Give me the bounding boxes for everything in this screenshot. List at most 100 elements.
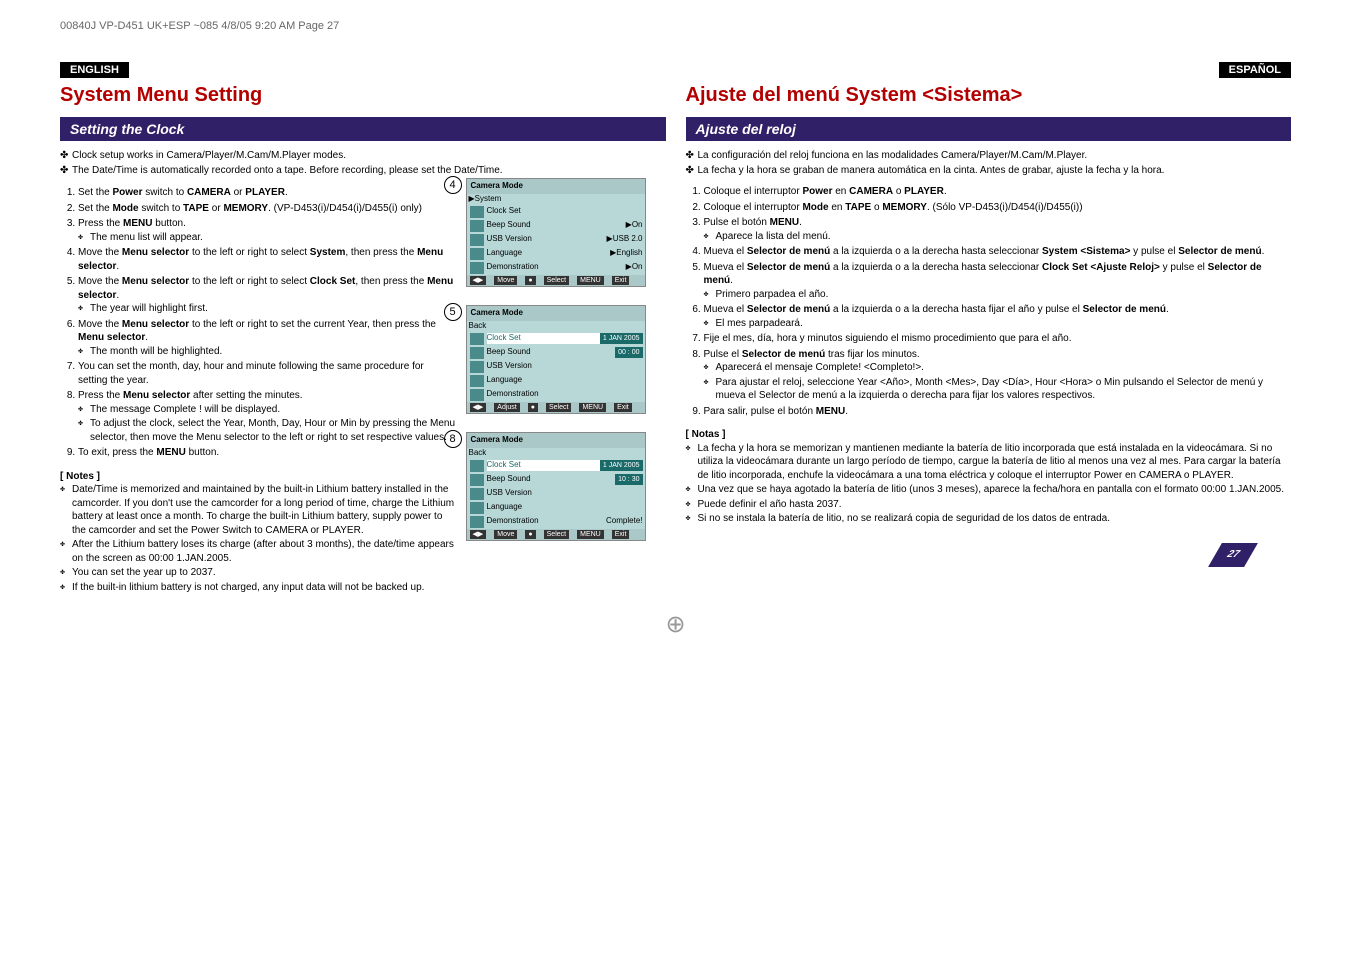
step-item: Coloque el interruptor Mode en TAPE o ME… bbox=[704, 201, 1292, 215]
lcd-row-label: Demonstration bbox=[487, 389, 643, 400]
step-item: Move the Menu selector to the left or ri… bbox=[78, 275, 456, 316]
figure-5: 5 Camera Mode Back Clock Set1 JAN 2005 B… bbox=[466, 305, 666, 414]
step-item: Press the Menu selector after setting th… bbox=[78, 389, 456, 444]
lcd-row-label: Beep Sound bbox=[487, 220, 626, 231]
bullet-item: The Date/Time is automatically recorded … bbox=[60, 164, 666, 178]
step-item: Move the Menu selector to the left or ri… bbox=[78, 318, 456, 359]
lcd-screen: Camera Mode Back Clock Set1 JAN 2005 Bee… bbox=[466, 432, 646, 541]
step-item: Mueva el Selector de menú a la izquierda… bbox=[704, 303, 1292, 330]
lcd-footer: ◀▶ Move ● Select MENU Exit bbox=[467, 275, 645, 286]
menu-icon bbox=[470, 361, 484, 373]
bullet-item: Clock setup works in Camera/Player/M.Cam… bbox=[60, 149, 666, 163]
step-item: Mueva el Selector de menú a la izquierda… bbox=[704, 261, 1292, 302]
menu-icon bbox=[470, 220, 484, 232]
step-item: Coloque el interruptor Power en CAMERA o… bbox=[704, 185, 1292, 199]
foot-menu-badge: MENU bbox=[577, 530, 604, 539]
menu-icon bbox=[470, 516, 484, 528]
doc-header-line: 00840J VP-D451 UK+ESP ~085 4/8/05 9:20 A… bbox=[60, 20, 1291, 32]
foot-move: Move bbox=[494, 276, 517, 285]
bullet-item: La configuración del reloj funciona en l… bbox=[686, 149, 1292, 163]
lcd-row-value: ▶English bbox=[610, 248, 642, 259]
sub-item: To adjust the clock, select the Year, Mo… bbox=[78, 417, 456, 444]
foot-select: Select bbox=[544, 530, 569, 539]
section-bar-left: Setting the Clock bbox=[60, 117, 666, 141]
intro-bullets-left: Clock setup works in Camera/Player/M.Cam… bbox=[60, 149, 666, 177]
lcd-footer: ◀▶Move●SelectMENUExit bbox=[467, 529, 645, 540]
sub-item: The month will be highlighted. bbox=[78, 345, 456, 359]
sub-item: Aparece la lista del menú. bbox=[704, 230, 1292, 244]
foot-exit: Exit bbox=[612, 276, 630, 285]
menu-icon bbox=[470, 460, 484, 472]
sub-item: The year will highlight first. bbox=[78, 302, 456, 316]
lcd-row-label: Language bbox=[487, 502, 643, 513]
lcd-row-label: Clock Set bbox=[487, 333, 600, 344]
bullet-item: La fecha y la hora se graban de manera a… bbox=[686, 164, 1292, 178]
print-registration-mark: ⊕ bbox=[60, 610, 1291, 639]
menu-icon bbox=[470, 347, 484, 359]
sub-item: Aparecerá el mensaje Complete! <Completo… bbox=[704, 361, 1292, 375]
lcd-screen: Camera Mode ▶System Clock Set Beep Sound… bbox=[466, 178, 646, 287]
nav-icon: ◀▶ bbox=[470, 276, 487, 285]
menu-icon bbox=[470, 262, 484, 274]
figure-number: 8 bbox=[444, 430, 462, 448]
step-item: Set the Mode switch to TAPE or MEMORY. (… bbox=[78, 202, 456, 216]
lcd-complete: Complete! bbox=[606, 516, 642, 527]
sub-item: The menu list will appear. bbox=[78, 231, 456, 245]
step-item: Press the MENU button. The menu list wil… bbox=[78, 217, 456, 244]
note-item: After the Lithium battery loses its char… bbox=[60, 538, 456, 565]
lcd-row-label: Clock Set bbox=[487, 206, 643, 217]
nav-icon: ● bbox=[525, 530, 535, 539]
lcd-title: Camera Mode bbox=[467, 179, 645, 194]
lcd-title: Camera Mode bbox=[467, 433, 645, 448]
lcd-back: Back bbox=[469, 321, 643, 332]
note-item: If the built-in lithium battery is not c… bbox=[60, 581, 456, 595]
page-number: 27 bbox=[1208, 543, 1258, 567]
sub-item: El mes parpadeará. bbox=[704, 317, 1292, 331]
menu-icon bbox=[470, 488, 484, 500]
lcd-row-value: ▶On bbox=[626, 262, 643, 273]
steps-right: Coloque el interruptor Power en CAMERA o… bbox=[686, 185, 1292, 418]
steps-left: Set the Power switch to CAMERA or PLAYER… bbox=[60, 186, 456, 460]
menu-icon bbox=[470, 248, 484, 260]
lcd-row-label: Demonstration bbox=[487, 262, 626, 273]
notes-heading-left: [ Notes ] bbox=[60, 470, 456, 484]
note-item: You can set the year up to 2037. bbox=[60, 566, 456, 580]
step-item: To exit, press the MENU button. bbox=[78, 446, 456, 460]
foot-select: Select bbox=[544, 276, 569, 285]
lcd-row-label: Language bbox=[487, 248, 611, 259]
menu-icon bbox=[470, 333, 484, 345]
main-title-left: System Menu Setting bbox=[60, 84, 666, 107]
section-bar-right: Ajuste del reloj bbox=[686, 117, 1292, 141]
lcd-row-label: USB Version bbox=[487, 234, 607, 245]
lcd-section: ▶System bbox=[469, 194, 643, 205]
sub-item: Primero parpadea el año. bbox=[704, 288, 1292, 302]
nav-icon: ◀▶ bbox=[470, 530, 487, 539]
lcd-back: Back bbox=[469, 448, 643, 459]
step-item: Pulse el Selector de menú tras fijar los… bbox=[704, 348, 1292, 403]
sub-item: The message Complete ! will be displayed… bbox=[78, 403, 456, 417]
main-title-right: Ajuste del menú System <Sistema> bbox=[686, 84, 1292, 107]
lcd-date: 1 JAN 2005 bbox=[600, 460, 643, 471]
lcd-row-label: Demonstration bbox=[487, 516, 607, 527]
notes-heading-right: [ Notas ] bbox=[686, 428, 1292, 442]
nav-icon: ● bbox=[525, 276, 535, 285]
menu-icon bbox=[470, 389, 484, 401]
foot-menu-badge: MENU bbox=[577, 276, 604, 285]
lang-badge-right: ESPAÑOL bbox=[1219, 62, 1291, 78]
sub-item: Para ajustar el reloj, seleccione Year <… bbox=[704, 376, 1292, 403]
foot-select: Select bbox=[546, 403, 571, 412]
menu-icon bbox=[470, 375, 484, 387]
foot-exit: Exit bbox=[612, 530, 630, 539]
lcd-row-label: Beep Sound bbox=[487, 347, 616, 358]
step-item: Pulse el botón MENU. Aparece la lista de… bbox=[704, 216, 1292, 243]
lang-badge-left: ENGLISH bbox=[60, 62, 129, 78]
lcd-row-label: USB Version bbox=[487, 488, 643, 499]
lcd-date: 1 JAN 2005 bbox=[600, 333, 643, 344]
figure-4: 4 Camera Mode ▶System Clock Set Beep Sou… bbox=[466, 178, 666, 287]
figure-number: 4 bbox=[444, 176, 462, 194]
note-item: La fecha y la hora se memorizan y mantie… bbox=[686, 442, 1292, 483]
lcd-row-label: Language bbox=[487, 375, 643, 386]
lcd-footer: ◀▶Adjust●SelectMENUExit bbox=[467, 402, 645, 413]
step-item: Fije el mes, día, hora y minutos siguien… bbox=[704, 332, 1292, 346]
step-item: Mueva el Selector de menú a la izquierda… bbox=[704, 245, 1292, 259]
